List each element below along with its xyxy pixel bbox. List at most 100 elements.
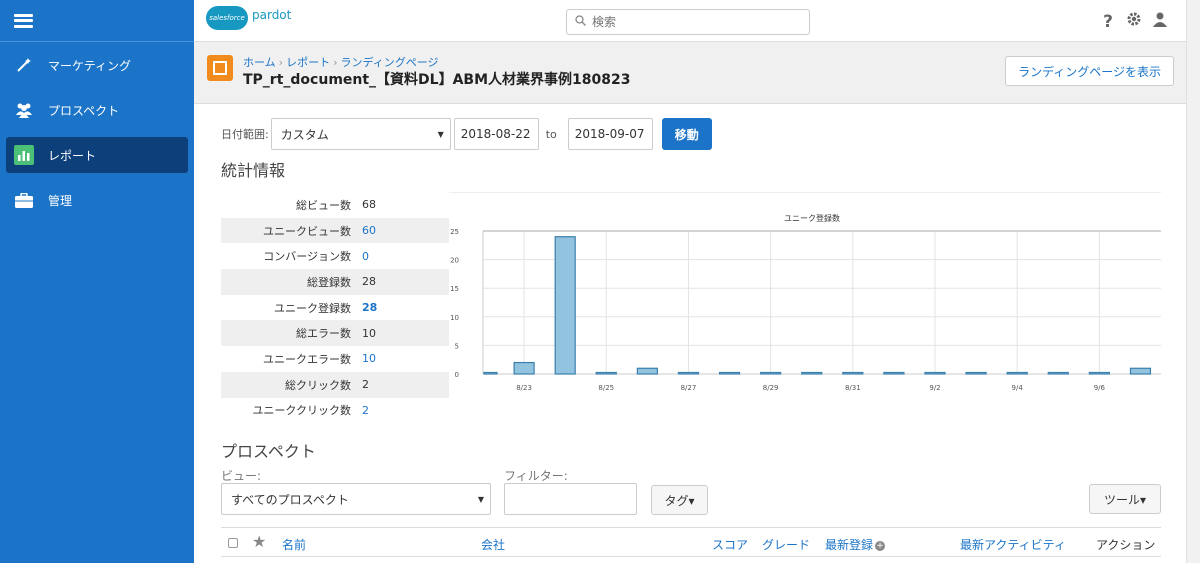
chart-bar bbox=[1129, 367, 1152, 375]
gear-icon[interactable] bbox=[1126, 11, 1142, 32]
breadcrumb-landing-pages[interactable]: ランディングページ bbox=[340, 56, 438, 69]
pardot-logo-text: pardot bbox=[252, 8, 292, 22]
date-range-label: 日付範囲: bbox=[221, 128, 269, 141]
stat-row: 総ビュー数 68 bbox=[221, 192, 449, 218]
plus-circle-icon: + bbox=[875, 540, 886, 551]
stat-row: ユニークビュー数 60 bbox=[221, 217, 449, 244]
chart-bar bbox=[1006, 371, 1028, 375]
select-all-checkbox[interactable] bbox=[228, 538, 238, 548]
stat-label: 総登録数 bbox=[307, 275, 351, 289]
chart-bar bbox=[924, 371, 946, 375]
top-icons: ? bbox=[1100, 11, 1168, 32]
stat-value[interactable]: 2 bbox=[362, 404, 369, 417]
sidebar-item-label: レポート bbox=[48, 148, 97, 163]
stats-section-title: 統計情報 bbox=[221, 161, 286, 180]
view-landing-page-button[interactable]: ランディングページを表示 bbox=[1005, 56, 1174, 86]
stat-row: 総クリック数 2 bbox=[221, 371, 449, 398]
stat-label: コンバージョン数 bbox=[263, 250, 351, 264]
x-tick-label: 8/29 bbox=[763, 384, 779, 392]
y-tick-label: 0 bbox=[455, 371, 459, 379]
hamburger-menu-icon[interactable] bbox=[14, 13, 33, 28]
caret-down-icon: ▼ bbox=[437, 129, 444, 139]
chart-bar bbox=[718, 371, 741, 375]
filter-input[interactable] bbox=[504, 483, 637, 515]
chart-bar bbox=[965, 371, 987, 375]
column-score[interactable]: スコア bbox=[712, 536, 748, 553]
stat-value: 2 bbox=[362, 378, 369, 392]
top-bar: salesforce pardot ? bbox=[194, 0, 1186, 42]
sidebar-item-label: プロスペクト bbox=[48, 103, 120, 118]
salesforce-cloud-logo: salesforce bbox=[206, 6, 248, 30]
chart-bar bbox=[554, 236, 576, 375]
search-box[interactable] bbox=[566, 9, 810, 35]
stat-value[interactable]: 0 bbox=[362, 250, 369, 263]
x-tick-label: 8/31 bbox=[845, 384, 861, 392]
prospect-view-select[interactable]: すべてのプロスペクト ▼ bbox=[221, 483, 491, 515]
scrollbar[interactable] bbox=[1186, 0, 1200, 563]
y-tick-label: 15 bbox=[450, 285, 459, 293]
sidebar-item-marketing[interactable]: マーケティング bbox=[6, 47, 188, 83]
stat-label: 総クリック数 bbox=[285, 378, 351, 392]
y-tick-label: 20 bbox=[450, 257, 459, 265]
unique-registrations-chart: ユニーク登録数 0 5 10 15 20 25 8/23 8/25 8/27 8/29 8/31 9/2… bbox=[449, 192, 1161, 424]
stat-row: 総登録数 28 bbox=[221, 269, 449, 295]
stat-label: 総エラー数 bbox=[296, 327, 351, 341]
stat-label: ユニーク登録数 bbox=[274, 301, 351, 315]
column-name[interactable]: 名前 bbox=[282, 536, 306, 553]
sidebar-item-prospects[interactable]: プロスペクト bbox=[6, 92, 188, 128]
column-grade[interactable]: グレード bbox=[762, 536, 810, 553]
chart-title: ユニーク登録数 bbox=[784, 213, 840, 223]
breadcrumb-reports[interactable]: レポート bbox=[286, 56, 330, 69]
stats-table: 総ビュー数 68 ユニークビュー数 60 コンバージョン数 0 総登録数 28 ユニーク登録数 2… bbox=[221, 192, 449, 423]
stat-value[interactable]: 60 bbox=[362, 224, 376, 237]
x-tick-label: 9/4 bbox=[1012, 384, 1024, 392]
salesforce-pardot-logo[interactable]: salesforce pardot bbox=[206, 6, 291, 30]
sidebar: マーケティング プロスペクト レポート 管理 bbox=[0, 0, 194, 563]
chart-bar bbox=[677, 371, 700, 375]
chart-bar bbox=[636, 367, 658, 375]
end-date-input[interactable]: 2018-09-07 bbox=[567, 118, 653, 150]
date-preset-select[interactable]: カスタム ▼ bbox=[270, 118, 451, 150]
tag-button[interactable]: タグ▾ bbox=[651, 485, 708, 515]
stat-value[interactable]: 10 bbox=[362, 352, 376, 365]
filter-label: フィルター: bbox=[504, 469, 568, 483]
sidebar-item-reports[interactable]: レポート bbox=[6, 137, 188, 173]
stat-value: 10 bbox=[362, 326, 376, 340]
stat-value[interactable]: 28 bbox=[362, 301, 377, 314]
x-tick-label: 8/27 bbox=[681, 384, 697, 392]
chart-bar bbox=[483, 371, 498, 375]
column-company[interactable]: 会社 bbox=[481, 536, 505, 553]
prospect-view-value: すべてのプロスペクト bbox=[231, 492, 349, 507]
go-button[interactable]: 移動 bbox=[661, 118, 712, 150]
chart-svg: ユニーク登録数 0 5 10 15 20 25 8/23 8/25 8/27 8/29 8/31 9/2… bbox=[450, 213, 1161, 392]
page-title: TP_rt_document_【資料DL】ABM人材業界事例180823 bbox=[243, 72, 631, 88]
x-tick-label: 9/6 bbox=[1094, 384, 1106, 392]
landing-page-icon bbox=[207, 55, 233, 81]
breadcrumb: ホーム › レポート › ランディングページ bbox=[243, 56, 439, 69]
date-preset-value: カスタム bbox=[280, 127, 329, 142]
x-tick-label: 8/23 bbox=[516, 384, 532, 392]
column-latest-activity[interactable]: 最新アクティビティ bbox=[960, 536, 1066, 553]
chart-bar bbox=[595, 371, 617, 375]
search-input[interactable] bbox=[592, 15, 792, 29]
column-latest-registration[interactable]: 最新登録 + bbox=[825, 536, 886, 553]
breadcrumb-home[interactable]: ホーム bbox=[243, 56, 276, 69]
help-icon[interactable]: ? bbox=[1100, 12, 1116, 32]
star-icon[interactable]: ★ bbox=[252, 532, 266, 551]
report-chart-icon bbox=[14, 145, 34, 165]
prospect-table-header: ★ 名前 会社 スコア グレード 最新登録 + 最新アクティビティ アクション bbox=[221, 527, 1161, 557]
chart-bar bbox=[883, 371, 905, 375]
prospects-section-title: プロスペクト bbox=[221, 442, 316, 461]
sidebar-item-admin[interactable]: 管理 bbox=[6, 182, 188, 218]
chart-bar bbox=[801, 371, 823, 375]
view-label: ビュー: bbox=[221, 469, 262, 483]
x-tick-label: 9/2 bbox=[929, 384, 940, 392]
stat-label: ユニークエラー数 bbox=[263, 352, 351, 366]
user-icon[interactable] bbox=[1152, 11, 1168, 32]
sidebar-item-label: 管理 bbox=[48, 193, 73, 208]
start-date-input[interactable]: 2018-08-22 bbox=[453, 118, 539, 150]
stat-label: 総ビュー数 bbox=[296, 198, 351, 212]
caret-down-icon: ▼ bbox=[477, 494, 484, 504]
column-latest-registration-label: 最新登録 bbox=[825, 538, 874, 552]
tools-button[interactable]: ツール▾ bbox=[1089, 484, 1161, 514]
